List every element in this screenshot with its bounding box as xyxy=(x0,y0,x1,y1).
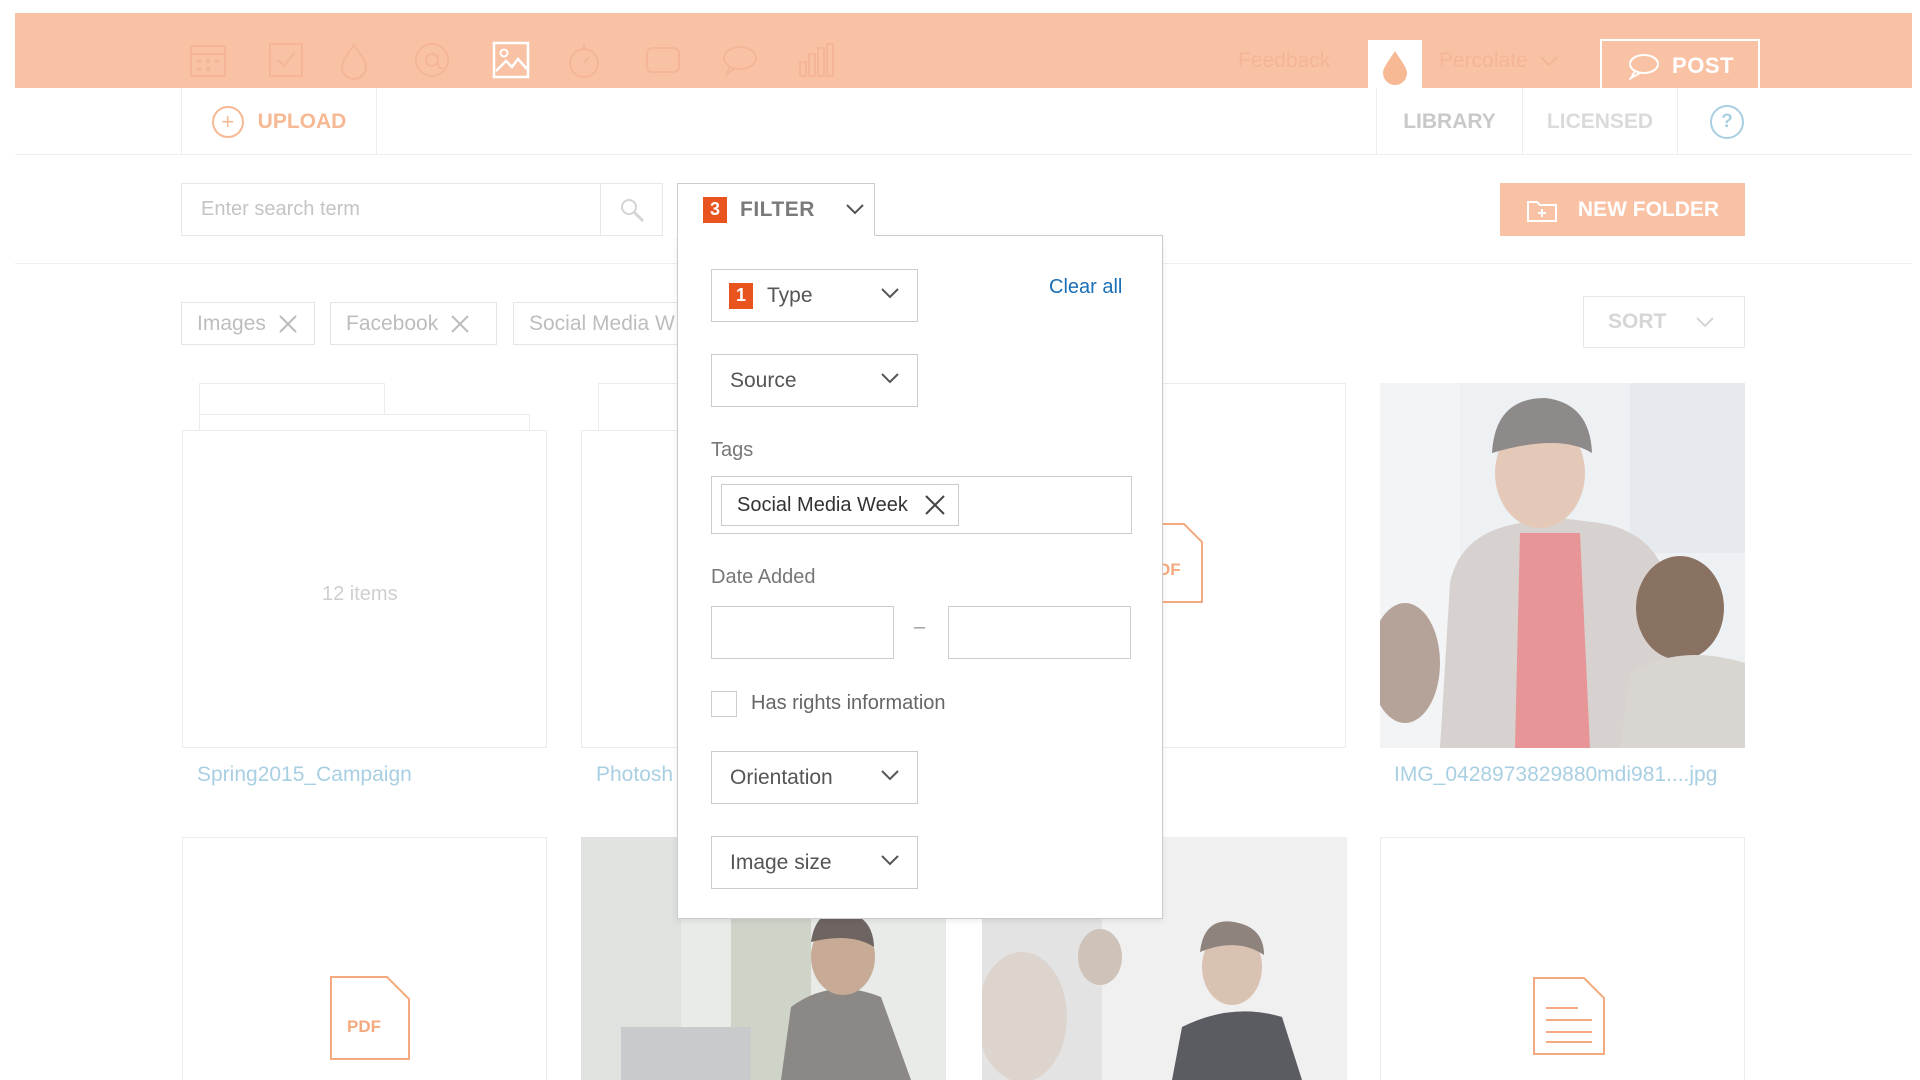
bar-chart-icon[interactable] xyxy=(795,39,837,81)
filter-chip: Facebook xyxy=(330,302,497,345)
image-size-label: Image size xyxy=(730,850,832,874)
account-label: Percolate xyxy=(1439,49,1528,72)
search-input[interactable] xyxy=(182,184,600,235)
loop-icon[interactable] xyxy=(642,39,684,81)
search-button[interactable] xyxy=(600,184,662,235)
drop-logo-icon xyxy=(1383,51,1407,85)
new-folder-button[interactable]: NEW FOLDER xyxy=(1500,183,1745,236)
chevron-down-icon xyxy=(881,855,899,866)
tags-input[interactable]: Social Media Week xyxy=(711,476,1132,534)
file-card[interactable]: PDF xyxy=(182,837,547,1080)
post-button[interactable]: POST xyxy=(1600,39,1760,93)
rights-label[interactable]: Has rights information xyxy=(751,692,946,715)
chevron-down-icon xyxy=(881,770,899,781)
feedback-link[interactable]: Feedback xyxy=(1238,49,1330,73)
account-switcher[interactable]: Percolate xyxy=(1439,49,1558,73)
folder-item-count: 12 items xyxy=(322,583,398,605)
folder-name[interactable]: Spring2015_Campaign xyxy=(197,763,412,787)
close-icon[interactable] xyxy=(278,314,298,334)
sort-dropdown[interactable]: SORT xyxy=(1583,296,1745,348)
pdf-label: DF xyxy=(1162,560,1181,579)
image-icon[interactable] xyxy=(490,39,532,81)
filter-panel: 1 Type Clear all Source Tags Social Medi… xyxy=(677,235,1163,919)
file-card[interactable]: DF xyxy=(1162,383,1346,748)
folder-tab xyxy=(199,414,530,431)
plus-circle-icon: + xyxy=(211,105,244,138)
filter-chip: Images xyxy=(181,302,315,345)
chevron-down-icon xyxy=(1696,316,1715,327)
close-icon[interactable] xyxy=(450,314,470,334)
tag-label: Social Media Week xyxy=(737,493,908,516)
divider xyxy=(15,154,1912,155)
tags-label: Tags xyxy=(711,439,754,461)
file-card[interactable] xyxy=(1380,837,1745,1080)
filter-button[interactable]: 3 FILTER xyxy=(677,183,875,236)
chevron-down-icon xyxy=(881,288,899,299)
drop-icon[interactable] xyxy=(333,39,375,81)
top-nav: Feedback Percolate POST xyxy=(15,13,1912,94)
orientation-label: Orientation xyxy=(730,765,833,789)
folder-card[interactable] xyxy=(581,430,681,748)
folder-name[interactable]: Photosh xyxy=(596,763,673,787)
orientation-dropdown[interactable]: Orientation xyxy=(711,751,918,804)
post-label: POST xyxy=(1672,53,1734,78)
folder-tab xyxy=(199,383,385,415)
calendar-icon[interactable] xyxy=(187,39,229,81)
upload-label: UPLOAD xyxy=(257,109,347,133)
filter-chip: Social Media W xyxy=(513,302,683,345)
type-dropdown[interactable]: 1 Type xyxy=(711,269,918,322)
chevron-down-icon xyxy=(881,373,899,384)
chevron-down-icon xyxy=(1540,56,1558,66)
document-icon xyxy=(1533,977,1605,1055)
folder-card[interactable]: 12 items xyxy=(182,430,547,748)
speech-bubble-icon xyxy=(1628,54,1660,80)
image-thumbnail[interactable] xyxy=(1380,383,1745,748)
source-label: Source xyxy=(730,368,797,392)
rights-checkbox[interactable] xyxy=(711,691,737,717)
close-icon[interactable] xyxy=(924,494,946,516)
filter-count-badge: 3 xyxy=(703,196,727,223)
folder-plus-icon xyxy=(1526,200,1557,222)
date-to-input[interactable] xyxy=(948,606,1131,659)
speech-bubble-icon[interactable] xyxy=(719,39,761,81)
chip-label: Images xyxy=(197,311,266,335)
search-icon xyxy=(620,198,644,222)
timer-icon[interactable] xyxy=(563,39,605,81)
tab-licensed[interactable]: LICENSED xyxy=(1522,88,1678,155)
pdf-file-icon: DF xyxy=(1162,523,1203,603)
pdf-label: PDF xyxy=(347,1017,381,1036)
search-box xyxy=(181,183,663,236)
date-added-label: Date Added xyxy=(711,566,816,588)
chip-label: Social Media W xyxy=(529,311,675,335)
date-separator: – xyxy=(914,616,926,638)
image-filename[interactable]: IMG_0428973829880mdi981....jpg xyxy=(1394,763,1717,787)
type-label: Type xyxy=(767,283,813,307)
photo-image xyxy=(1380,383,1745,748)
new-folder-label: NEW FOLDER xyxy=(1577,197,1720,221)
chevron-down-icon xyxy=(846,204,864,215)
filter-label: FILTER xyxy=(740,197,815,221)
date-from-input[interactable] xyxy=(711,606,894,659)
source-dropdown[interactable]: Source xyxy=(711,354,918,407)
at-icon[interactable] xyxy=(411,39,453,81)
upload-button[interactable]: + UPLOAD xyxy=(181,88,377,155)
type-count-badge: 1 xyxy=(729,282,753,309)
sort-label: SORT xyxy=(1608,310,1667,333)
tag-chip: Social Media Week xyxy=(721,484,959,526)
clear-all-link[interactable]: Clear all xyxy=(1049,276,1122,299)
account-logo[interactable] xyxy=(1368,40,1422,94)
tab-library[interactable]: LIBRARY xyxy=(1376,88,1522,155)
image-size-dropdown[interactable]: Image size xyxy=(711,836,918,889)
chip-label: Facebook xyxy=(346,311,439,335)
checklist-icon[interactable] xyxy=(265,39,307,81)
pdf-file-icon: PDF xyxy=(330,976,410,1060)
help-icon[interactable]: ? xyxy=(1710,105,1744,139)
